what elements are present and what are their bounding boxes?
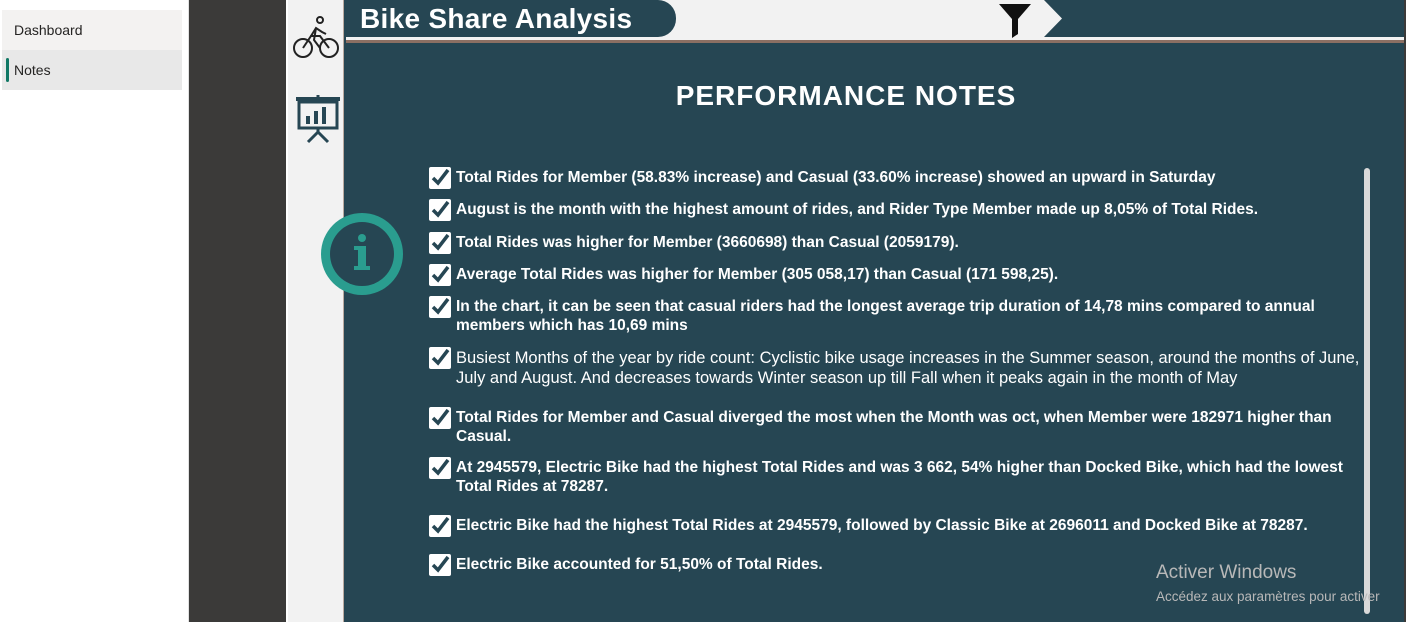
note-text: Busiest Months of the year by ride count…: [456, 349, 1360, 387]
note-text: August is the month with the highest amo…: [456, 201, 1259, 218]
note-text: Average Total Rides was higher for Membe…: [456, 266, 1059, 283]
checkbox-checked-icon: [429, 554, 451, 576]
filter-tab: [1044, 0, 1404, 37]
note-item: Total Rides for Member and Casual diverg…: [428, 407, 1368, 446]
checkbox-checked-icon: [429, 457, 451, 479]
checkbox-checked-icon: [429, 264, 451, 286]
header-divider: [346, 40, 1404, 43]
note-item: Average Total Rides was higher for Membe…: [428, 264, 1368, 287]
report-title: Bike Share Analysis: [346, 0, 676, 37]
bike-icon[interactable]: [292, 14, 340, 62]
note-text: Total Rides was higher for Member (36606…: [456, 234, 959, 251]
note-text: Total Rides for Member and Casual diverg…: [456, 409, 1332, 445]
nav-item-dashboard[interactable]: Dashboard: [2, 10, 182, 50]
note-text: Electric Bike had the highest Total Ride…: [456, 517, 1308, 534]
filter-icon[interactable]: [998, 2, 1032, 38]
watermark-subtitle: Accédez aux paramètres pour activer: [1156, 589, 1380, 604]
info-icon: [321, 213, 403, 295]
page-title: PERFORMANCE NOTES: [675, 80, 1017, 111]
note-item: Electric Bike had the highest Total Ride…: [428, 515, 1368, 538]
note-item: Total Rides for Member (58.83% increase)…: [428, 167, 1368, 190]
nav-item-notes[interactable]: Notes: [2, 50, 182, 90]
checkbox-checked-icon: [429, 167, 451, 189]
checkbox-checked-icon: [429, 296, 451, 318]
icon-sidebar: [286, 0, 344, 622]
note-item: Total Rides was higher for Member (36606…: [428, 232, 1368, 255]
note-text: In the chart, it can be seen that casual…: [456, 298, 1315, 334]
activation-watermark: Activer Windows Accédez aux paramètres p…: [1156, 562, 1380, 608]
note-text: Electric Bike accounted for 51,50% of To…: [456, 556, 823, 573]
checkbox-checked-icon: [429, 515, 451, 537]
page-navigation: Dashboard Notes: [0, 0, 189, 622]
presentation-board-icon[interactable]: [294, 94, 342, 144]
note-item: In the chart, it can be seen that casual…: [428, 296, 1368, 335]
note-item: Busiest Months of the year by ride count…: [428, 347, 1368, 388]
checkbox-checked-icon: [429, 347, 451, 369]
checkbox-checked-icon: [429, 407, 451, 429]
checkbox-checked-icon: [429, 199, 451, 221]
note-text: Total Rides for Member (58.83% increase)…: [456, 169, 1216, 186]
checkbox-checked-icon: [429, 232, 451, 254]
note-item: August is the month with the highest amo…: [428, 199, 1368, 222]
note-text: At 2945579, Electric Bike had the highes…: [456, 459, 1343, 495]
report-page: Bike Share Analysis PERFORMANCE NOTES To…: [286, 0, 1404, 622]
note-item: At 2945579, Electric Bike had the highes…: [428, 457, 1368, 496]
watermark-title: Activer Windows: [1156, 562, 1297, 583]
